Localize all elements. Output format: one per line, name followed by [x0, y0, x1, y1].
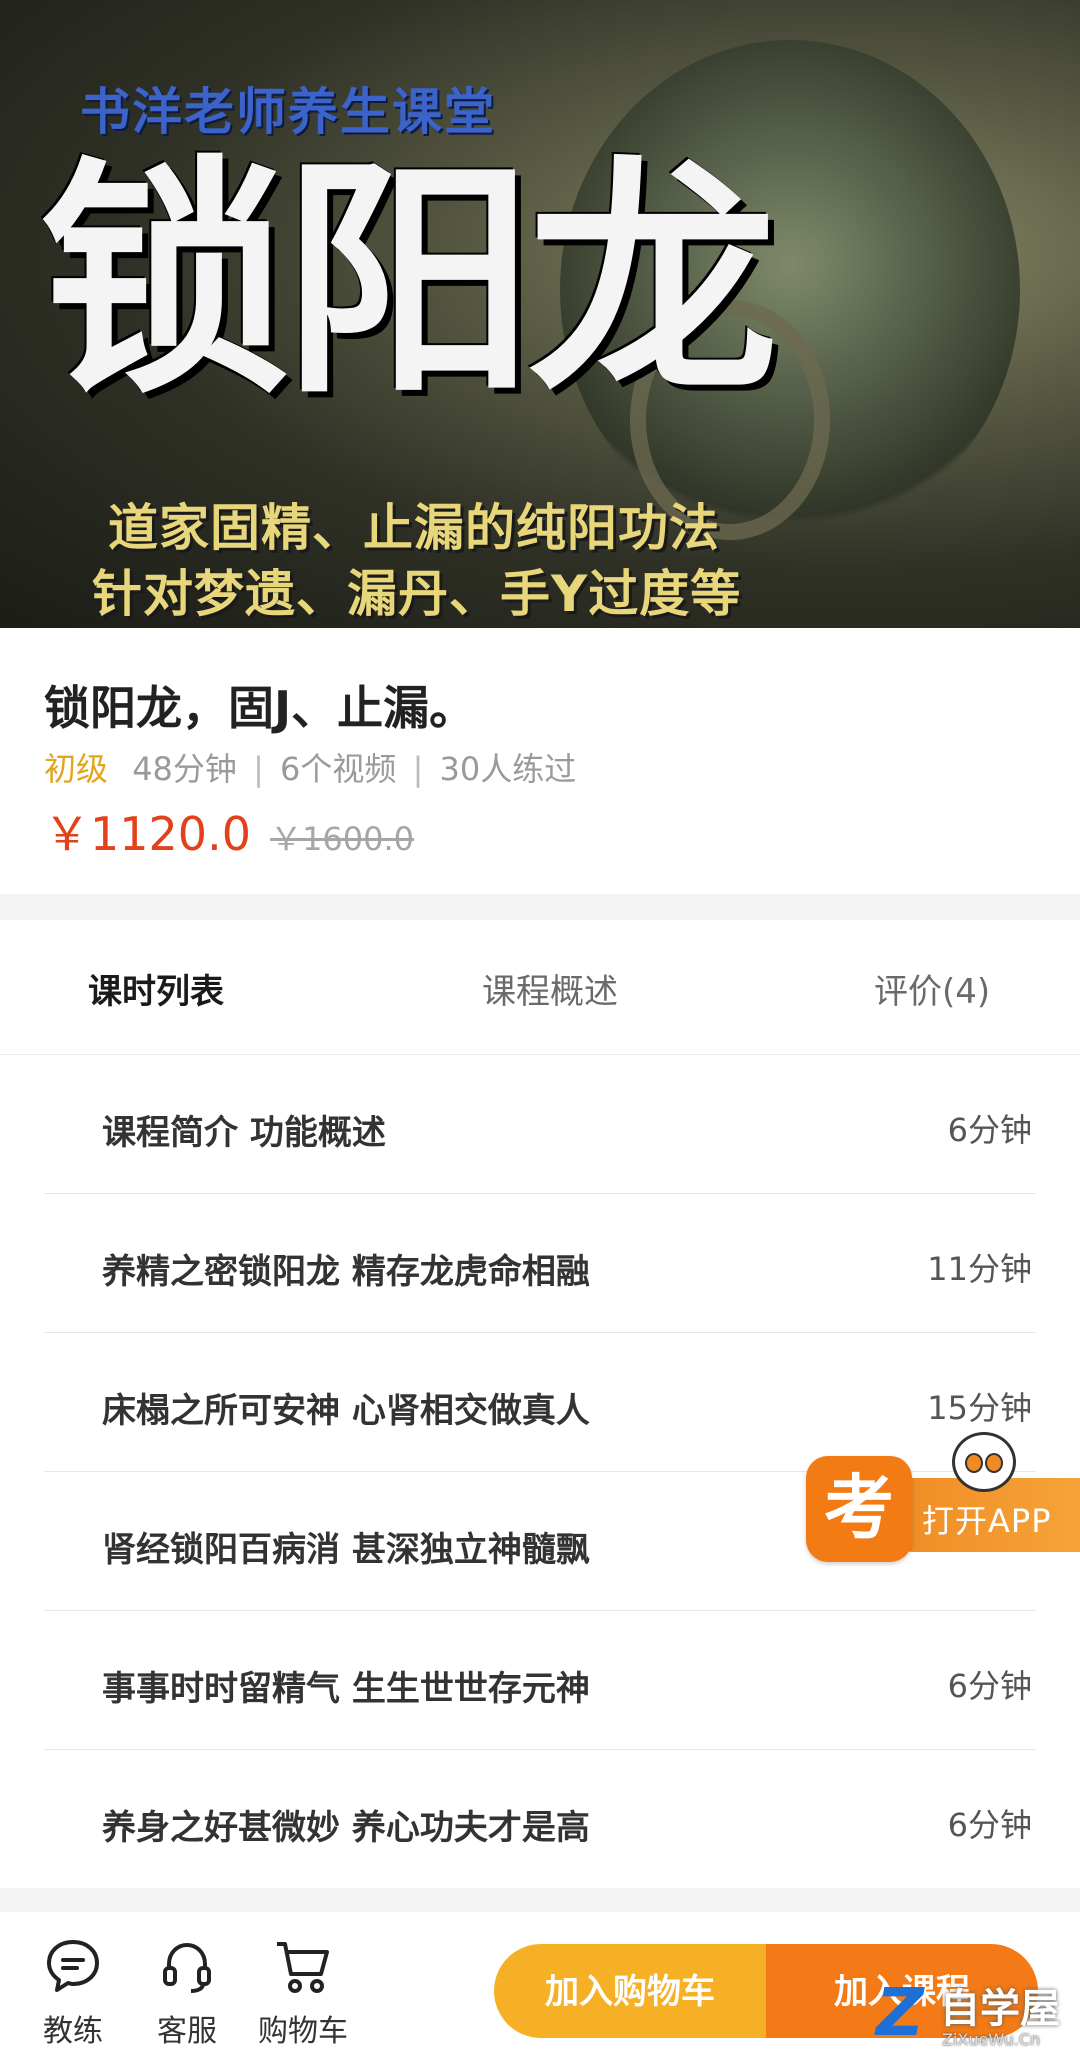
course-meta: 初级 48分钟 | 6个视频 | 30人练过: [44, 744, 576, 790]
headset-icon: [163, 1942, 211, 1993]
lesson-title: 肾经锁阳百病消 甚深独立神髓飘: [102, 1530, 590, 1570]
original-price: ￥1600.0: [270, 820, 415, 858]
nav-coach[interactable]: 教练: [28, 1936, 118, 2050]
nav-coach-label: 教练: [43, 2014, 103, 2049]
watermark-logo-icon: Z: [876, 1974, 924, 2051]
banner-subtitle-line2: 针对梦遗、漏丹、手Y过度等: [92, 565, 742, 623]
shopping-cart-icon: [277, 1942, 329, 1993]
tab-course-overview[interactable]: 课程概述: [482, 964, 618, 1013]
course-level-badge: 初级: [44, 750, 109, 788]
tab-lesson-list[interactable]: 课时列表: [88, 964, 224, 1013]
lesson-duration: 6分钟: [947, 1806, 1032, 1844]
course-title: 锁阳龙，固J、止漏。: [44, 681, 476, 735]
open-app-button[interactable]: 考 打开APP: [806, 1432, 1080, 1562]
open-app-label: 打开APP: [922, 1502, 1052, 1540]
list-bottom-divider: [0, 1888, 1080, 1912]
add-to-cart-button[interactable]: 加入购物车: [494, 1944, 766, 2038]
site-watermark: Z 自学屋 ZiXueWu.Cn: [876, 1968, 1080, 2056]
meta-separator: |: [412, 750, 424, 788]
nav-cart-label: 购物车: [258, 2014, 348, 2049]
chat-bubble-icon: [47, 1940, 99, 1992]
app-logo-icon: 考: [806, 1456, 912, 1562]
price-row: ￥1120.0 ￥1600.0: [44, 798, 414, 864]
course-practiced-count: 30人练过: [439, 750, 577, 788]
lesson-item[interactable]: 养精之密锁阳龙 精存龙虎命相融 11分钟: [44, 1194, 1036, 1333]
lesson-item[interactable]: 养身之好甚微妙 养心功夫才是高 6分钟: [44, 1750, 1036, 1889]
lesson-title: 养身之好甚微妙 养心功夫才是高: [102, 1808, 590, 1848]
lesson-duration: 6分钟: [947, 1111, 1032, 1149]
watermark-name: 自学屋: [940, 1986, 1060, 2032]
lesson-title: 事事时时留精气 生生世世存元神: [102, 1669, 590, 1709]
course-banner: 书洋老师养生课堂 锁阳龙 道家固精、止漏的纯阳功法 针对梦遗、漏丹、手Y过度等: [0, 0, 1080, 628]
nav-customer-service[interactable]: 客服: [142, 1936, 232, 2050]
lesson-title: 课程简介 功能概述: [102, 1113, 386, 1153]
nav-shopping-cart[interactable]: 购物车: [258, 1936, 348, 2050]
section-divider: [0, 894, 1080, 920]
meta-separator: |: [253, 750, 264, 788]
nav-service-label: 客服: [157, 2014, 217, 2049]
banner-subtitle-line1: 道家固精、止漏的纯阳功法: [108, 499, 720, 557]
current-price: ￥1120.0: [44, 807, 251, 861]
lesson-item[interactable]: 事事时时留精气 生生世世存元神 6分钟: [44, 1611, 1036, 1750]
mascot-icon: [952, 1432, 1016, 1492]
course-tabs: 课时列表 课程概述 评价(4): [0, 920, 1080, 1055]
course-video-count: 6个视频: [280, 750, 397, 788]
lesson-duration: 11分钟: [927, 1250, 1032, 1288]
watermark-url: ZiXueWu.Cn: [942, 2030, 1041, 2049]
banner-big-title: 锁阳龙: [40, 133, 778, 427]
lesson-title: 养精之密锁阳龙 精存龙虎命相融: [102, 1252, 590, 1292]
lesson-duration: 15分钟: [927, 1389, 1032, 1427]
lesson-item[interactable]: 课程简介 功能概述 6分钟: [44, 1055, 1036, 1194]
tab-reviews[interactable]: 评价(4): [874, 964, 990, 1013]
course-duration: 48分钟: [132, 750, 237, 788]
lesson-title: 床榻之所可安神 心肾相交做真人: [102, 1391, 590, 1431]
lesson-duration: 6分钟: [947, 1667, 1032, 1705]
